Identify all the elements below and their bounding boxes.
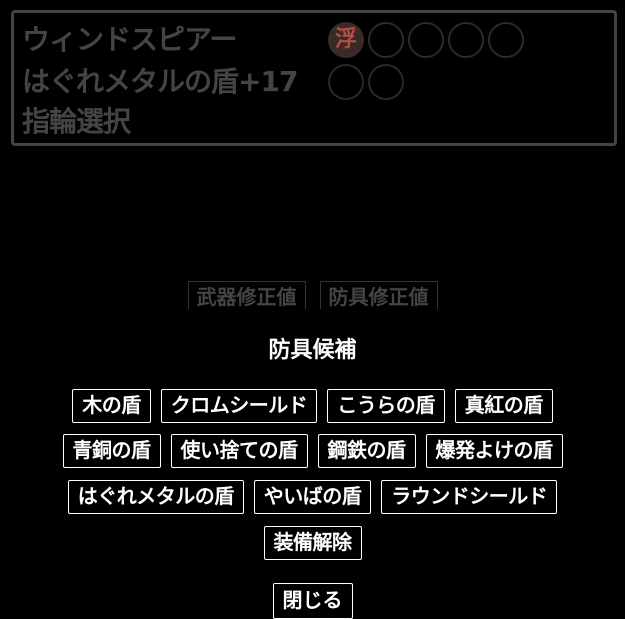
unequip-button[interactable]: 装備解除 xyxy=(263,526,362,560)
empty-gem-slot xyxy=(408,22,444,58)
gem-slots-row-1: 浮 xyxy=(328,22,524,58)
option-bronze-shield[interactable]: 青銅の盾 xyxy=(62,434,161,468)
tab-clip xyxy=(0,309,625,319)
empty-gem-slot xyxy=(448,22,484,58)
option-metal-slime-shield[interactable]: はぐれメタルの盾 xyxy=(67,480,244,514)
weapon-name: ウィンドスピアー xyxy=(22,23,237,56)
tab-armor-modifier[interactable]: 防具修正値 xyxy=(319,281,438,311)
option-round-shield[interactable]: ラウンドシールド xyxy=(381,480,558,514)
close-button[interactable]: 閉じる xyxy=(272,583,353,619)
status-panel: ウィンドスピアー はぐれメタルの盾+17 指輪選択 浮 xyxy=(11,10,617,146)
modal-title: 防具候補 xyxy=(268,338,357,363)
option-row-3: はぐれメタルの盾 やいばの盾 ラウンドシールド xyxy=(0,480,625,514)
option-blast-proof-shield[interactable]: 爆発よけの盾 xyxy=(425,434,563,468)
tab-weapon-modifier[interactable]: 武器修正値 xyxy=(187,281,306,311)
option-row-4: 装備解除 xyxy=(0,526,625,560)
float-gem-slot: 浮 xyxy=(328,22,364,58)
option-wooden-shield[interactable]: 木の盾 xyxy=(72,389,151,423)
option-disposable-shield[interactable]: 使い捨ての盾 xyxy=(170,434,308,468)
empty-gem-slot xyxy=(368,22,404,58)
option-chrome-shield[interactable]: クロムシールド xyxy=(160,389,318,423)
option-blade-shield[interactable]: やいばの盾 xyxy=(253,480,372,514)
modifier-tabs: 武器修正値 防具修正値 xyxy=(0,281,625,311)
empty-gem-slot xyxy=(328,64,364,100)
option-row-2: 青銅の盾 使い捨ての盾 鋼鉄の盾 爆発よけの盾 xyxy=(0,434,625,468)
armor-name: はぐれメタルの盾+17 xyxy=(22,65,298,98)
gem-slots-row-2 xyxy=(328,64,404,100)
empty-gem-slot xyxy=(488,22,524,58)
option-shell-shield[interactable]: こうらの盾 xyxy=(327,389,445,423)
empty-gem-slot xyxy=(368,64,404,100)
option-crimson-shield[interactable]: 真紅の盾 xyxy=(454,389,553,423)
option-steel-shield[interactable]: 鋼鉄の盾 xyxy=(317,434,416,468)
close-row: 閉じる xyxy=(0,583,625,619)
ring-select-label: 指輪選択 xyxy=(22,105,131,138)
option-row-1: 木の盾 クロムシールド こうらの盾 真紅の盾 xyxy=(0,389,625,423)
